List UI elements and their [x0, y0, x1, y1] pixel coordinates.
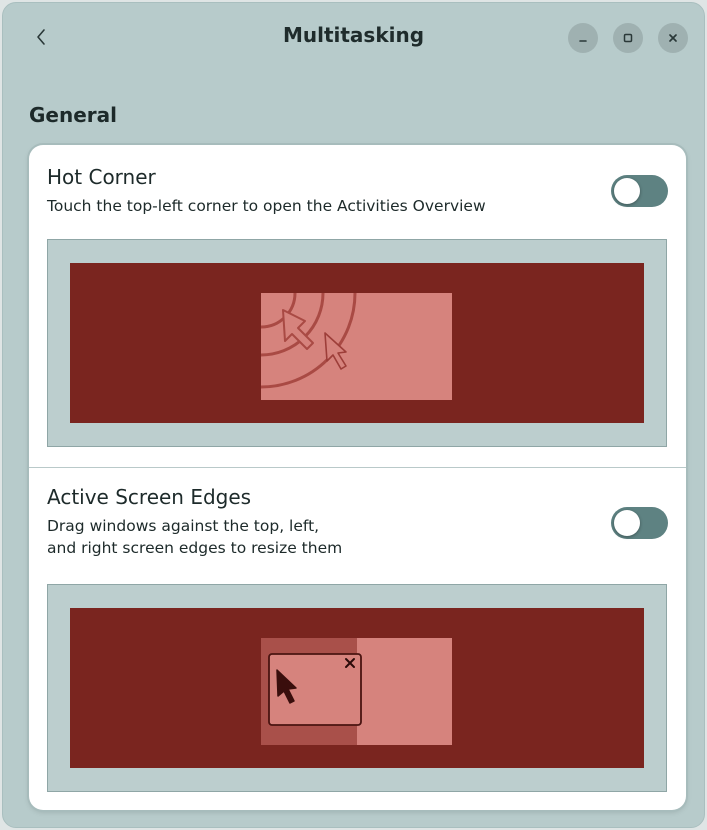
active-screen-edges-subtitle-line1: Drag windows against the top, left,	[47, 517, 320, 535]
section-title-general: General	[29, 103, 117, 127]
maximize-icon	[623, 33, 633, 43]
active-screen-edges-switch[interactable]	[611, 507, 668, 539]
row-divider	[29, 467, 686, 468]
maximize-button[interactable]	[613, 23, 643, 53]
active-screen-edges-title: Active Screen Edges	[47, 485, 252, 509]
hot-corner-title: Hot Corner	[47, 165, 156, 189]
active-screen-edges-preview	[47, 584, 667, 792]
switch-knob	[614, 510, 640, 536]
minimize-icon	[579, 40, 587, 42]
hot-corner-illustration	[261, 293, 357, 389]
dragged-window-illustration	[268, 653, 362, 726]
window-preview	[261, 293, 452, 400]
close-icon	[669, 34, 677, 42]
desktop-preview	[70, 608, 644, 768]
hot-corner-switch[interactable]	[611, 175, 668, 207]
hot-corner-preview	[47, 239, 667, 447]
settings-window: Multitasking General Hot Corner Touch th…	[2, 2, 705, 828]
close-button[interactable]	[658, 23, 688, 53]
headerbar: Multitasking	[3, 3, 704, 69]
desktop-preview	[70, 263, 644, 423]
active-screen-edges-subtitle-line2: and right screen edges to resize them	[47, 539, 343, 557]
window-title: Multitasking	[282, 23, 425, 47]
minimize-button[interactable]	[568, 23, 598, 53]
hot-corner-subtitle: Touch the top-left corner to open the Ac…	[47, 197, 486, 215]
settings-card: Hot Corner Touch the top-left corner to …	[29, 145, 686, 810]
window-preview	[261, 638, 452, 745]
switch-knob	[614, 178, 640, 204]
